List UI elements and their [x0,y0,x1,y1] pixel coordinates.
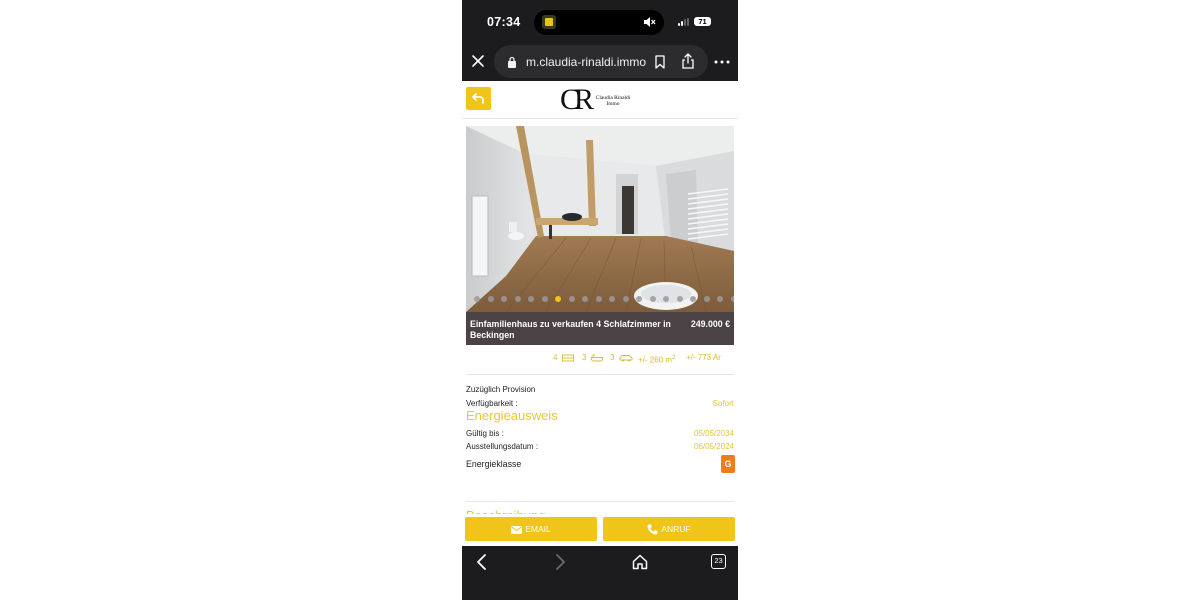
divider [466,501,734,502]
back-button[interactable] [466,87,491,110]
gallery-dot[interactable] [555,296,561,302]
gallery-dot[interactable] [609,296,615,302]
email-button-label: EMAIL [525,524,551,534]
logo-text: Claudia Rinaldi Immo [592,95,634,107]
browser-toolbar: 23 [462,546,738,600]
site-header: CR Claudia Rinaldi Immo [462,81,738,119]
gallery-dot[interactable] [676,296,683,302]
status-time: 07:34 [487,15,521,29]
feature-living-area: +/- 260 m2 [638,352,675,367]
dynamic-island [534,10,664,35]
gallery-dot[interactable] [663,296,669,302]
listing-photo [466,126,734,312]
gallery-dot[interactable] [636,296,642,302]
valid-until-value: 05/05/2034 [693,429,734,438]
living-area-value: +/- 260 m [638,355,673,365]
phone-icon [647,524,658,535]
envelope-icon [511,525,523,534]
commission-note: Zuzüglich Provision [466,385,536,394]
call-button[interactable]: ANRUF [603,517,735,541]
browser-bar: m.claudia-rinaldi.immo [462,44,738,81]
email-button[interactable]: EMAIL [465,517,597,541]
site-logo[interactable]: CR Claudia Rinaldi Immo [560,83,640,117]
issue-date-value: 06/05/2024 [693,442,734,451]
logo-mark: CR [560,83,594,116]
bed-icon [561,354,574,362]
listing-price: 249.000 € [690,319,730,329]
gallery-dot[interactable] [730,296,734,302]
chevron-right-icon[interactable] [554,554,566,570]
logo-subtitle: Immo [606,101,620,107]
lock-icon [508,56,516,68]
gallery-dot[interactable] [582,296,588,302]
more-icon[interactable] [714,60,730,64]
valid-until-label: Gültig bis : [466,429,504,438]
status-bar: 07:34 71 [462,0,738,44]
close-icon[interactable] [470,53,486,69]
address-bar[interactable]: m.claudia-rinaldi.immo [494,45,708,78]
gallery-pagination[interactable] [466,296,734,304]
gallery-dot[interactable] [487,296,494,302]
gallery-dot[interactable] [541,296,548,302]
app-icon [542,15,556,29]
bathtub-icon [590,354,603,362]
feature-land-area: +/- 773 Ar [686,352,721,364]
gallery-dot[interactable] [703,296,710,302]
garages-count: 3 [610,353,615,362]
divider [466,374,734,375]
issue-date-label: Ausstellungsdatum : [466,442,539,451]
home-icon[interactable] [632,554,648,570]
listing-title-bar: Einfamilienhaus zu verkaufen 4 Schlafzim… [466,312,734,345]
gallery-dot[interactable] [514,296,521,302]
gallery-dot[interactable] [690,296,696,302]
url-text: m.claudia-rinaldi.immo [526,55,647,69]
call-button-label: ANRUF [661,524,691,534]
feature-bedrooms: 4 [553,352,574,364]
phone-screen: 07:34 71 m.claudia-rinaldi.immo CR Claud… [462,0,738,600]
car-icon [619,354,633,362]
bathrooms-count: 3 [582,353,587,362]
feature-icons: 4 3 3 +/- 260 m2 +/- 773 Ar [466,352,734,368]
gallery-dot[interactable] [595,296,602,302]
mute-icon [644,17,656,27]
signal-icon [678,18,690,26]
photo-gallery[interactable] [466,126,734,312]
availability-value: Sofort [712,399,734,408]
bedrooms-count: 4 [553,353,558,362]
feature-garages: 3 [610,352,633,364]
gallery-dot[interactable] [568,296,575,302]
chevron-left-icon[interactable] [476,554,488,570]
gallery-dot[interactable] [501,296,507,302]
tabs-count-button[interactable]: 23 [711,554,726,569]
availability-label: Verfügbarkeit : [466,399,518,408]
living-area-unit-sup: 2 [672,355,676,361]
gallery-dot[interactable] [649,296,656,302]
energy-certificate-heading: Energieausweis [466,408,558,423]
feature-bathrooms: 3 [582,352,603,364]
energy-class-badge: G [721,455,735,473]
gallery-dot[interactable] [717,296,723,302]
land-area-value: +/- 773 Ar [686,353,721,362]
share-icon[interactable] [680,53,696,69]
gallery-dot[interactable] [622,296,629,302]
energy-class-label: Energieklasse [466,459,522,469]
listing-title: Einfamilienhaus zu verkaufen 4 Schlafzim… [470,319,671,340]
gallery-dot[interactable] [474,296,480,302]
back-arrow-icon [472,93,484,104]
battery-icon: 71 [694,17,711,26]
gallery-dot[interactable] [528,296,534,302]
contact-action-bar: EMAIL ANRUF [462,514,738,546]
bookmark-icon[interactable] [654,55,666,69]
